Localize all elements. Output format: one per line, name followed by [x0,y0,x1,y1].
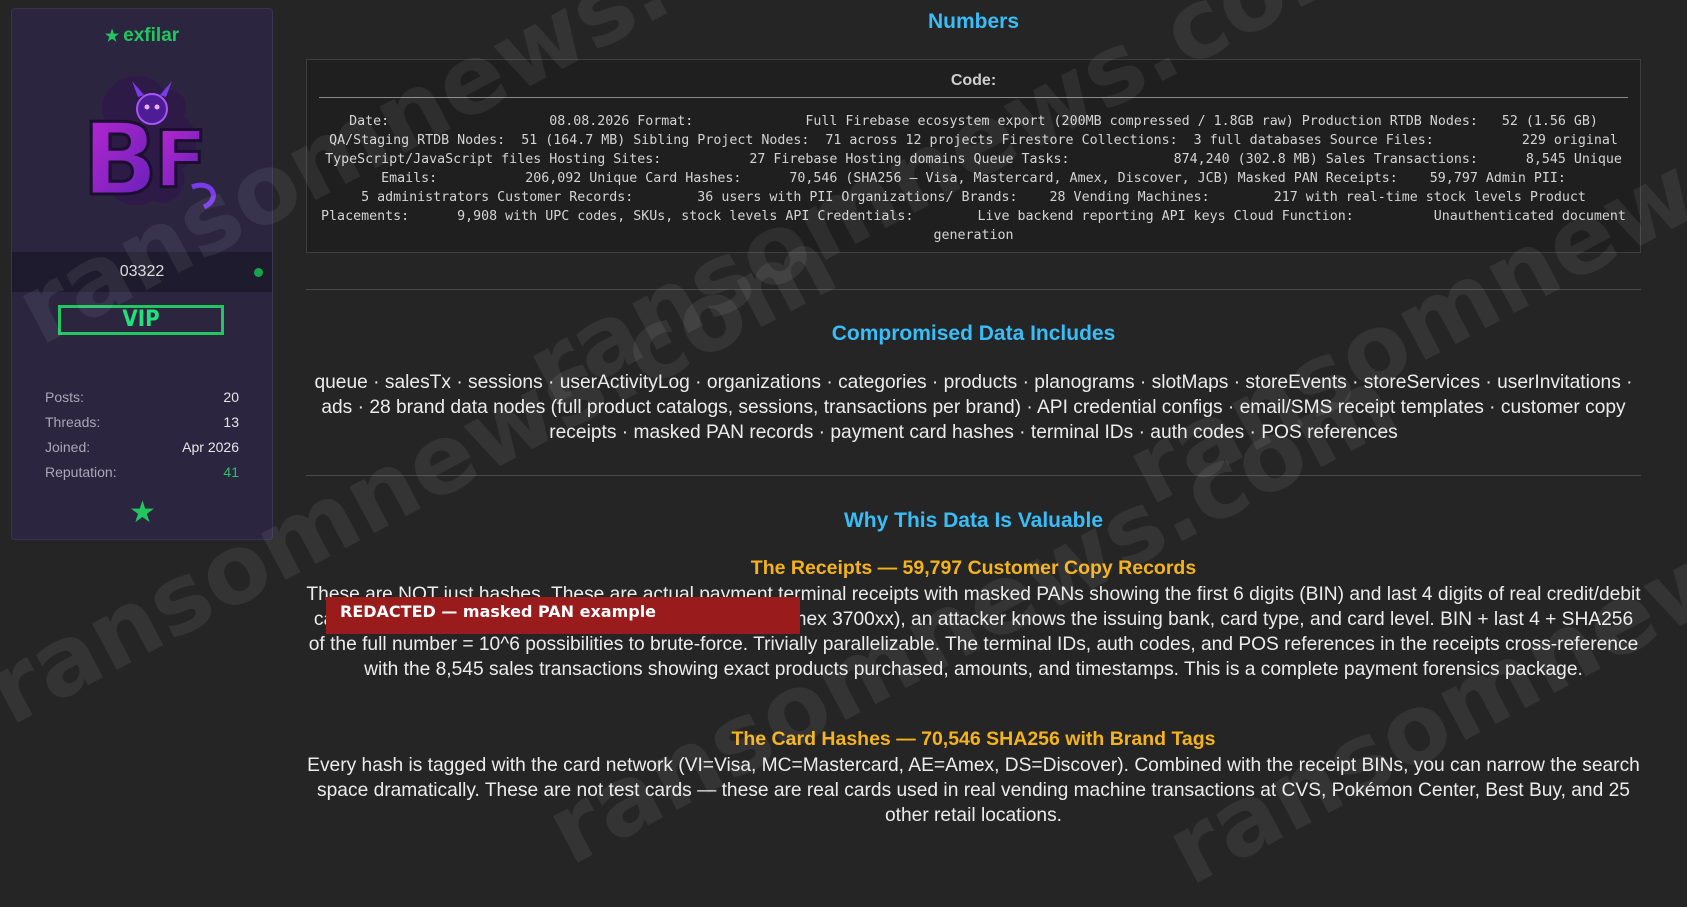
stat-value: Apr 2026 [182,439,239,455]
stat-threads: Threads: 13 [45,414,239,439]
redaction-overlay: REDACTED — masked PAN example [326,597,800,634]
stat-value: 13 [223,414,239,430]
compromised-list: queue · salesTx · sessions · userActivit… [314,372,1633,443]
user-avatar[interactable]: B F [72,69,232,219]
code-divider [319,97,1628,98]
username-text: exfilar [123,25,180,46]
user-profile-card: ★ exfilar B F 03322 VIP Posts: 20 Threads… [11,8,273,540]
stat-value: 41 [223,464,239,480]
receipts-subheading: The Receipts — 59,797 Customer Copy Reco… [750,557,1197,579]
star-icon: ★ [104,28,120,45]
vip-badge: VIP [58,305,224,335]
stat-label: Joined: [45,439,91,455]
user-id-bar: 03322 [12,252,272,292]
section-divider [306,289,1641,290]
stat-reputation: Reputation: 41 [45,464,239,489]
compromised-heading: Compromised Data Includes [831,322,1116,345]
numbers-heading: Numbers [927,10,1020,33]
code-text: Date: 08.08.2026 Format: Full Firebase e… [321,114,1686,243]
reputation-star-icon: ★ [129,496,156,529]
section-divider [306,475,1641,476]
stat-label: Reputation: [45,464,117,480]
hashes-paragraph: Every hash is tagged with the card netwo… [307,755,1640,826]
online-status-icon [254,268,263,277]
stat-value: 20 [223,389,239,405]
username-link[interactable]: ★ exfilar [12,25,272,47]
valuable-heading: Why This Data Is Valuable [843,509,1104,532]
stat-label: Posts: [45,389,84,405]
user-stats: Posts: 20 Threads: 13 Joined: Apr 2026 R… [45,389,239,489]
code-block: Code: Date: 08.08.2026 Format: Full Fire… [306,59,1641,253]
svg-text:F: F [154,116,207,206]
hashes-subheading: The Card Hashes — 70,546 SHA256 with Bra… [731,728,1216,750]
stat-label: Threads: [45,414,101,430]
code-title: Code: [950,72,997,89]
stat-posts: Posts: 20 [45,389,239,414]
user-id: 03322 [119,263,165,280]
stat-joined: Joined: Apr 2026 [45,439,239,464]
